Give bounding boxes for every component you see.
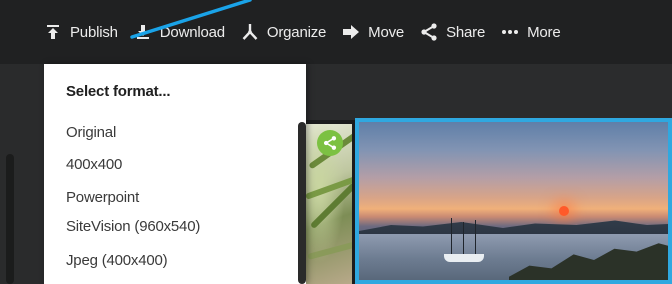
boat-mast [451, 218, 452, 256]
share-icon [420, 23, 438, 41]
top-toolbar: Publish Download Organize Move Share Mor… [0, 0, 672, 64]
share-label: Share [446, 23, 486, 41]
organize-label: Organize [266, 23, 327, 41]
more-dots-icon [501, 23, 519, 41]
format-option-powerpoint[interactable]: Powerpoint [66, 189, 139, 206]
boat-shape [444, 254, 484, 262]
publish-button[interactable]: Publish [44, 23, 118, 41]
publish-label: Publish [70, 23, 118, 41]
more-label: More [527, 23, 561, 41]
move-button[interactable]: Move [342, 23, 404, 41]
boat-mast [463, 222, 464, 256]
download-button[interactable]: Download [134, 23, 225, 41]
left-panel-scrollbar[interactable] [6, 154, 14, 284]
format-option-sitevision[interactable]: SiteVision (960x540) [66, 218, 200, 235]
format-option-400x400[interactable]: 400x400 [66, 156, 122, 173]
move-label: Move [368, 23, 405, 41]
content-header-band [306, 64, 672, 120]
dropdown-scrollbar[interactable] [298, 122, 306, 284]
upload-icon [44, 23, 62, 41]
publish-format-dropdown: Select format... Original 400x400 Powerp… [44, 64, 306, 284]
dropdown-header: Select format... [66, 83, 171, 100]
download-icon [134, 23, 152, 41]
leaf-shape [307, 238, 352, 260]
format-option-jpeg[interactable]: Jpeg (400x400) [66, 252, 168, 269]
sun-shape [559, 206, 569, 216]
share-icon [323, 136, 337, 150]
share-button[interactable]: Share [420, 23, 485, 41]
arrow-right-icon [342, 23, 360, 41]
format-option-original[interactable]: Original [66, 124, 116, 141]
left-panel [0, 64, 44, 284]
shared-badge [317, 130, 343, 156]
organize-button[interactable]: Organize [241, 23, 326, 41]
photo-thumbnail-sunset-selected[interactable] [355, 118, 672, 284]
more-button[interactable]: More [501, 23, 561, 41]
download-label: Download [159, 23, 225, 41]
organize-icon [241, 23, 259, 41]
boat-mast [475, 220, 476, 256]
